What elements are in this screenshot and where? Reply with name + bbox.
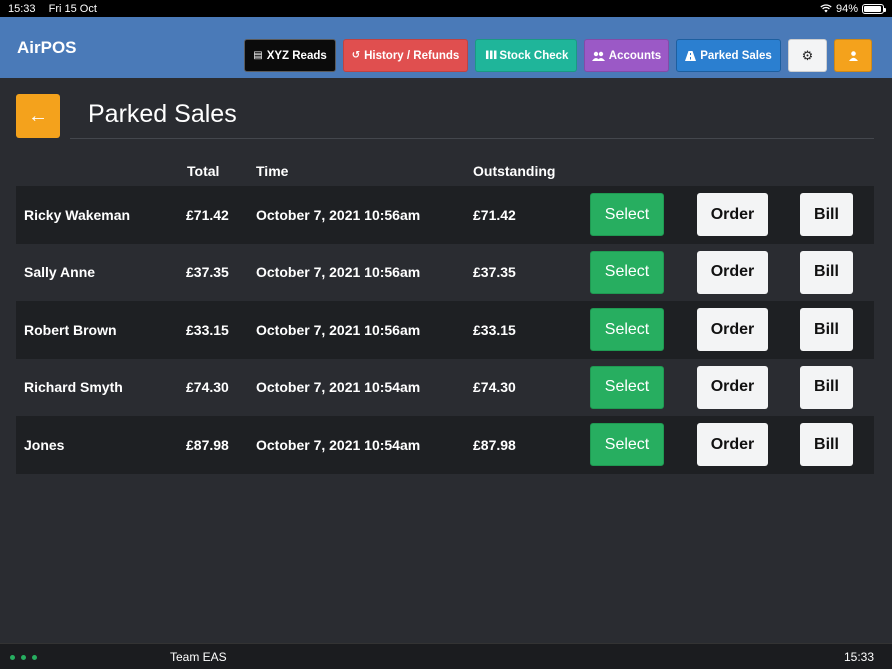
table-row: Richard Smyth £74.30 October 7, 2021 10:…: [16, 359, 874, 417]
bill-button[interactable]: Bill: [800, 193, 853, 236]
status-time: 15:33: [8, 3, 36, 15]
battery-level: [864, 6, 881, 12]
status-right: 94%: [820, 3, 884, 15]
status-date: Fri 15 Oct: [49, 3, 97, 15]
barcode-icon: ▐▐▐: [484, 52, 496, 59]
user-icon: [849, 51, 858, 61]
sale-outstanding: £74.30: [473, 379, 516, 395]
sale-outstanding: £37.35: [473, 264, 516, 280]
customer-name: Richard Smyth: [24, 379, 123, 395]
column-header-outstanding: Outstanding: [473, 163, 555, 179]
road-icon: [685, 51, 696, 61]
xyz-reads-button[interactable]: ▤ XYZ Reads: [244, 39, 336, 72]
title-divider: [70, 138, 874, 139]
order-button[interactable]: Order: [697, 366, 768, 409]
sale-total: £71.42: [186, 207, 229, 223]
app-header: AirPOS ▤ XYZ Reads ↺ History / Refunds ▐…: [0, 17, 892, 78]
parked-sales-button[interactable]: Parked Sales: [676, 39, 781, 72]
order-button[interactable]: Order: [697, 423, 768, 466]
brand-logo: AirPOS: [17, 38, 77, 58]
customer-name: Ricky Wakeman: [24, 207, 130, 223]
sale-outstanding: £87.98: [473, 437, 516, 453]
users-icon: [592, 51, 605, 61]
xyz-reads-label: XYZ Reads: [267, 50, 327, 62]
customer-name: Sally Anne: [24, 264, 95, 280]
history-refunds-label: History / Refunds: [364, 50, 459, 62]
customer-name: Robert Brown: [24, 322, 117, 338]
select-button[interactable]: Select: [590, 308, 664, 351]
column-header-total: Total: [187, 163, 219, 179]
select-button[interactable]: Select: [590, 251, 664, 294]
connection-status-icon: [10, 655, 37, 660]
status-bar: 15:33 Fri 15 Oct 94%: [0, 0, 892, 17]
status-dot: [32, 655, 37, 660]
sale-total: £74.30: [186, 379, 229, 395]
accounts-label: Accounts: [609, 50, 661, 62]
status-dot: [21, 655, 26, 660]
history-refunds-button[interactable]: ↺ History / Refunds: [343, 39, 468, 72]
sale-time: October 7, 2021 10:54am: [256, 379, 420, 395]
bill-button[interactable]: Bill: [800, 366, 853, 409]
user-button[interactable]: [834, 39, 872, 72]
status-dot: [10, 655, 15, 660]
sale-time: October 7, 2021 10:56am: [256, 264, 420, 280]
wifi-icon: [820, 4, 832, 13]
settings-button[interactable]: ⚙: [788, 39, 827, 72]
arrow-left-icon: ←: [28, 105, 48, 128]
status-left: 15:33 Fri 15 Oct: [8, 3, 107, 15]
select-button[interactable]: Select: [590, 423, 664, 466]
team-name: Team EAS: [170, 650, 227, 664]
gear-icon: ⚙: [802, 48, 814, 64]
bill-button[interactable]: Bill: [800, 251, 853, 294]
bill-button[interactable]: Bill: [800, 308, 853, 351]
sale-total: £33.15: [186, 322, 229, 338]
order-button[interactable]: Order: [697, 193, 768, 236]
select-button[interactable]: Select: [590, 193, 664, 236]
history-icon: ↺: [352, 50, 360, 61]
page-title: Parked Sales: [88, 100, 237, 129]
table-row: Ricky Wakeman £71.42 October 7, 2021 10:…: [16, 186, 874, 244]
sale-time: October 7, 2021 10:54am: [256, 437, 420, 453]
table-header: Total Time Outstanding: [0, 163, 892, 179]
parked-sales-label: Parked Sales: [700, 50, 772, 62]
stock-check-label: Stock Check: [499, 50, 568, 62]
stock-check-button[interactable]: ▐▐▐ Stock Check: [475, 39, 577, 72]
table-row: Jones £87.98 October 7, 2021 10:54am £87…: [16, 416, 874, 474]
table-row: Sally Anne £37.35 October 7, 2021 10:56a…: [16, 244, 874, 302]
order-button[interactable]: Order: [697, 308, 768, 351]
sale-time: October 7, 2021 10:56am: [256, 207, 420, 223]
footer-bar: Team EAS 15:33: [0, 643, 892, 669]
table-row: Robert Brown £33.15 October 7, 2021 10:5…: [16, 301, 874, 359]
list-icon: ▤: [253, 50, 262, 61]
order-button[interactable]: Order: [697, 251, 768, 294]
sale-total: £37.35: [186, 264, 229, 280]
battery-icon: [862, 4, 884, 14]
sale-total: £87.98: [186, 437, 229, 453]
sale-outstanding: £71.42: [473, 207, 516, 223]
accounts-button[interactable]: Accounts: [584, 39, 669, 72]
battery-percent: 94%: [836, 3, 858, 15]
bill-button[interactable]: Bill: [800, 423, 853, 466]
back-button[interactable]: ←: [16, 94, 60, 138]
sale-outstanding: £33.15: [473, 322, 516, 338]
footer-clock: 15:33: [844, 650, 874, 664]
customer-name: Jones: [24, 437, 64, 453]
select-button[interactable]: Select: [590, 366, 664, 409]
sale-time: October 7, 2021 10:56am: [256, 322, 420, 338]
column-header-time: Time: [256, 163, 288, 179]
